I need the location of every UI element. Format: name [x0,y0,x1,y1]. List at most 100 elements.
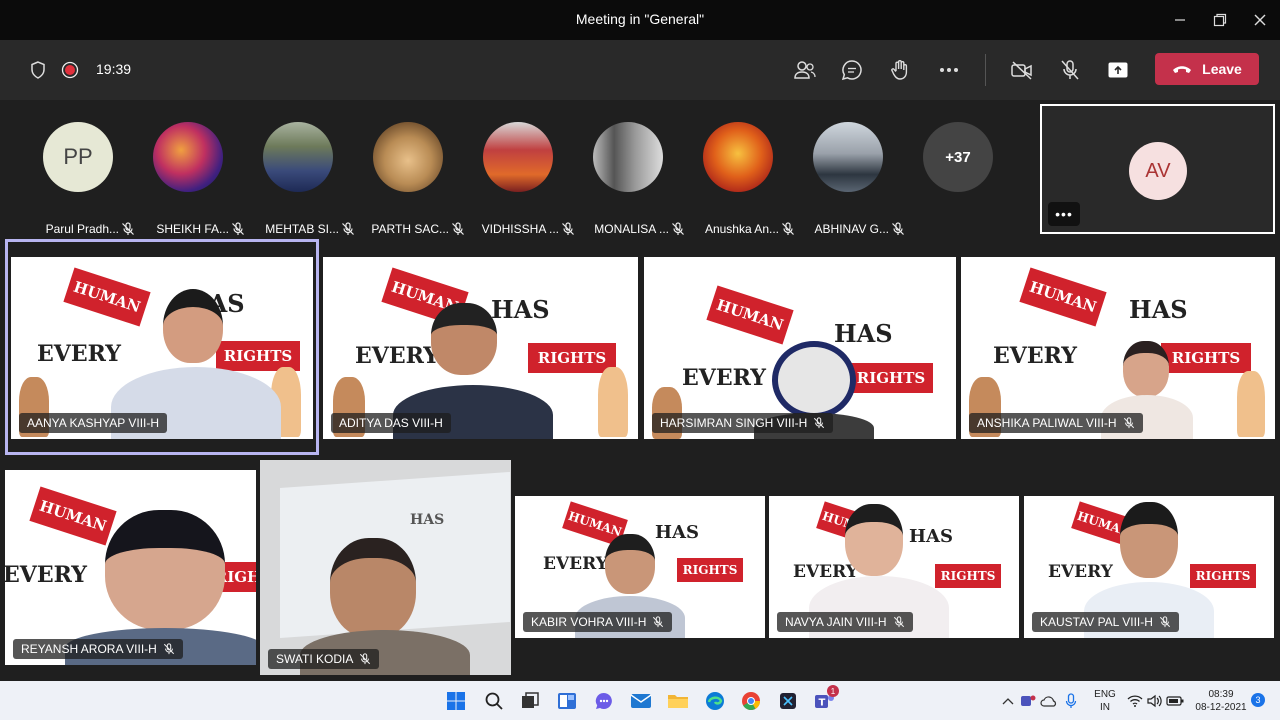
participant-name: ABHINAV G... [814,222,889,236]
minimize-button[interactable] [1168,8,1192,32]
participant-face [330,538,416,638]
start-icon[interactable] [444,689,468,713]
participant-face [105,510,225,630]
shield-icon[interactable] [25,58,51,82]
background-sign-rights: RIGHTS [1190,564,1256,588]
video-tile[interactable]: HUMAN EVERY RIGHTS REYANSH ARORA VIII-H [5,470,256,665]
participant-face [772,341,856,419]
self-view-more-button[interactable]: ••• [1048,202,1080,226]
language-indicator[interactable]: ENG IN [1090,688,1120,714]
background-word-every: EVERY [37,341,121,367]
video-tile[interactable]: HUMAN HAS EVERY RIGHTS HARSIMRAN SINGH V… [644,257,956,439]
maximize-button[interactable] [1208,8,1232,32]
gallery-participant[interactable]: MONALISA ... [573,122,684,236]
background-word-every: EVERY [5,562,87,588]
gallery-participant[interactable]: PARTH SAC... [353,122,464,236]
avatar [703,122,773,192]
chat-app-icon[interactable] [592,689,616,713]
chat-icon[interactable] [839,58,865,82]
mail-icon[interactable] [629,689,653,713]
gallery-participant[interactable]: ABHINAV G... [793,122,904,236]
background-sign-human: HUMAN [706,285,794,345]
clock-date: 08-12-2021 [1195,702,1247,713]
battery-icon[interactable] [1166,689,1184,713]
notification-badge[interactable]: 3 [1251,693,1265,707]
gallery-participant[interactable]: PP Parul Pradh... [23,122,134,236]
video-tile[interactable]: HUMAN HAS EVERY RIGHTS NAVYA JAIN VIII-H [769,496,1019,638]
teams-icon[interactable]: T 1 [813,685,839,713]
language-code: ENG [1094,689,1116,700]
leave-button[interactable]: Leave [1155,53,1259,85]
mic-muted-icon [892,222,904,235]
background-sign-rights: RIGHTS [849,363,933,393]
tile-participant-name: ANSHIKA PALIWAL VIII-H [977,416,1117,430]
background-sign-rights: RIGHTS [528,343,616,373]
gallery-participant[interactable]: Anushka An... [683,122,794,236]
tile-participant-name: ADITYA DAS VIII-H [339,416,443,430]
wifi-icon[interactable] [1126,689,1144,713]
clock[interactable]: 08:39 08-12-2021 [1192,688,1250,714]
teams-badge: 1 [827,685,839,697]
tile-nameplate: NAVYA JAIN VIII-H [777,612,913,632]
camera-off-icon[interactable] [1009,58,1035,82]
volume-icon[interactable] [1146,689,1164,713]
leave-label: Leave [1202,61,1242,77]
more-participants-count: +37 [923,122,993,192]
mic-off-icon[interactable] [1057,58,1083,82]
video-tile[interactable]: HUMAN HAS EVERY RIGHTS ANSHIKA PALIWAL V… [961,257,1275,439]
background-word-has: HAS [410,512,445,528]
gallery-participant[interactable]: VIDHISSHA ... [463,122,574,236]
avatar [263,122,333,192]
mic-muted-icon [893,616,904,628]
snipping-tool-icon[interactable] [776,689,800,713]
chevron-up-icon[interactable] [1000,689,1016,713]
participant-name: Parul Pradh... [45,222,119,236]
teams-tray-icon[interactable] [1019,689,1037,713]
background-word-every: EVERY [355,343,439,369]
video-tile[interactable]: HAS SWATI KODIA [260,460,511,675]
widgets-icon[interactable] [555,689,579,713]
more-participants-button[interactable]: +37 [903,122,1013,222]
background-sign-human: HUMAN [1019,267,1107,327]
tile-nameplate: AANYA KASHYAP VIII-H [19,413,168,433]
background-word-every: EVERY [682,365,766,391]
participant-name: MEHTAB SI... [265,222,339,236]
mic-muted-icon [1123,417,1134,429]
microphone-tray-icon[interactable] [1063,689,1079,713]
background-hand [1237,371,1265,437]
raise-hand-icon[interactable] [887,58,913,82]
onedrive-icon[interactable] [1040,689,1058,713]
tile-participant-name: HARSIMRAN SINGH VIII-H [660,416,808,430]
self-view: AV ••• [1040,104,1275,234]
close-button[interactable] [1248,8,1272,32]
video-tile[interactable]: HUMAN EVERY RIGHTS KAUSTAV PAL VIII-H [1024,496,1274,638]
background-word-every: EVERY [1048,562,1113,582]
meeting-timer: 19:39 [96,61,132,77]
background-word-has: HAS [491,295,550,324]
mic-muted-icon [653,616,664,628]
share-screen-icon[interactable] [1105,58,1131,82]
gallery-participant[interactable]: SHEIKH FA... [133,122,244,236]
task-view-icon[interactable] [518,689,542,713]
svg-text:T: T [819,698,826,709]
mic-muted-icon [163,643,174,655]
clock-time: 08:39 [1208,689,1234,700]
participant-face [1123,341,1169,397]
tile-nameplate: ANSHIKA PALIWAL VIII-H [969,413,1143,433]
background-word-has: HAS [1129,295,1188,324]
participant-face [163,289,223,363]
more-actions-icon[interactable] [936,58,962,82]
participant-name: PARTH SAC... [371,222,449,236]
background-word-has: HAS [834,319,893,348]
tile-nameplate: REYANSH ARORA VIII-H [13,639,183,659]
file-explorer-icon[interactable] [666,689,690,713]
avatar [373,122,443,192]
video-tile[interactable]: HUMAN HAS EVERY RIGHTS KABIR VOHRA VIII-… [515,496,765,638]
gallery-participant[interactable]: MEHTAB SI... [243,122,354,236]
video-tile[interactable]: HUMAN HAS EVERY RIGHTS ADITYA DAS VIII-H [323,257,638,439]
edge-icon[interactable] [703,689,727,713]
participants-icon[interactable] [792,58,818,82]
search-icon[interactable] [482,689,506,713]
video-tile[interactable]: HUMAN HAS EVERY RIGHTS AANYA KASHYAP VII… [11,257,313,439]
chrome-icon[interactable] [739,689,763,713]
